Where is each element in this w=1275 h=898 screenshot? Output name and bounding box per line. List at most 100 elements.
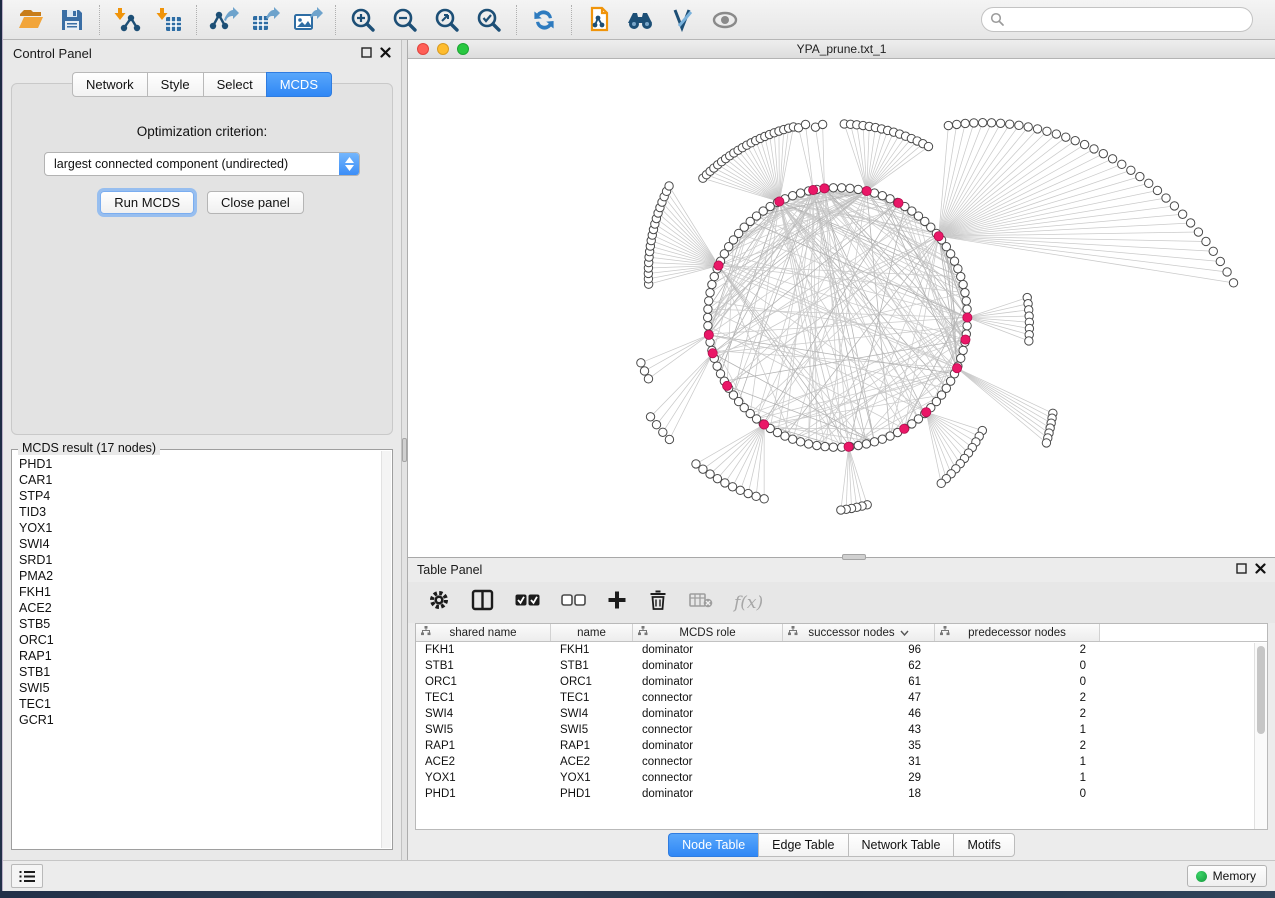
table-cell[interactable]: 18 bbox=[783, 788, 935, 800]
horizontal-divider-handle[interactable] bbox=[842, 554, 866, 560]
table-cell[interactable]: TEC1 bbox=[416, 692, 551, 704]
table-cell[interactable]: connector bbox=[633, 756, 783, 768]
table-row[interactable]: PHD1PHD1dominator180 bbox=[416, 786, 1267, 802]
table-row[interactable]: ORC1ORC1dominator610 bbox=[416, 674, 1267, 690]
table-cell[interactable]: 1 bbox=[935, 724, 1100, 736]
table-cell[interactable]: FKH1 bbox=[416, 644, 551, 656]
table-cell[interactable]: RAP1 bbox=[551, 740, 633, 752]
table-cell[interactable]: SWI5 bbox=[416, 724, 551, 736]
table-cell[interactable]: 62 bbox=[783, 660, 935, 672]
search-network-icon[interactable] bbox=[620, 3, 662, 37]
table-row[interactable]: FKH1FKH1dominator962 bbox=[416, 642, 1267, 658]
table-cell[interactable]: dominator bbox=[633, 676, 783, 688]
export-network-icon[interactable] bbox=[203, 3, 245, 37]
column-header-predecessor-nodes[interactable]: predecessor nodes bbox=[935, 624, 1100, 641]
table-row[interactable]: ACE2ACE2connector311 bbox=[416, 754, 1267, 770]
tab-select[interactable]: Select bbox=[203, 72, 266, 97]
export-image-icon[interactable] bbox=[287, 3, 329, 37]
mcds-result-item[interactable]: TID3 bbox=[19, 504, 380, 520]
close-table-panel-icon[interactable] bbox=[1255, 563, 1266, 577]
column-header-shared-name[interactable]: shared name bbox=[416, 624, 551, 641]
run-mcds-button[interactable]: Run MCDS bbox=[100, 191, 194, 214]
table-cell[interactable]: ORC1 bbox=[416, 676, 551, 688]
mcds-result-item[interactable]: ACE2 bbox=[19, 600, 380, 616]
table-cell[interactable]: 1 bbox=[935, 756, 1100, 768]
table-cell[interactable]: STB1 bbox=[551, 660, 633, 672]
table-cell[interactable]: dominator bbox=[633, 660, 783, 672]
refresh-icon[interactable] bbox=[523, 3, 565, 37]
column-header-name[interactable]: name bbox=[551, 624, 633, 641]
mcds-result-item[interactable]: SRD1 bbox=[19, 552, 380, 568]
network-canvas[interactable] bbox=[408, 59, 1275, 557]
table-cell[interactable]: 0 bbox=[935, 660, 1100, 672]
table-cell[interactable]: connector bbox=[633, 692, 783, 704]
network-from-file-icon[interactable] bbox=[578, 3, 620, 37]
table-cell[interactable]: connector bbox=[633, 772, 783, 784]
table-cell[interactable]: 2 bbox=[935, 644, 1100, 656]
table-cell[interactable]: 2 bbox=[935, 740, 1100, 752]
node-table[interactable]: shared name name MCDS role successor nod… bbox=[415, 623, 1268, 830]
tab-edge-table[interactable]: Edge Table bbox=[758, 833, 847, 857]
table-cell[interactable]: 31 bbox=[783, 756, 935, 768]
table-cell[interactable]: 46 bbox=[783, 708, 935, 720]
table-cell[interactable]: RAP1 bbox=[416, 740, 551, 752]
table-cell[interactable]: ORC1 bbox=[551, 676, 633, 688]
mcds-result-item[interactable]: PMA2 bbox=[19, 568, 380, 584]
table-cell[interactable]: 1 bbox=[935, 772, 1100, 784]
table-cell[interactable]: ACE2 bbox=[416, 756, 551, 768]
table-cell[interactable]: ACE2 bbox=[551, 756, 633, 768]
table-cell[interactable]: PHD1 bbox=[416, 788, 551, 800]
table-cell[interactable]: STB1 bbox=[416, 660, 551, 672]
show-columns-icon[interactable] bbox=[471, 589, 494, 616]
tab-motifs[interactable]: Motifs bbox=[953, 833, 1014, 857]
table-cell[interactable]: YOX1 bbox=[416, 772, 551, 784]
float-table-panel-icon[interactable] bbox=[1236, 563, 1247, 577]
style-preview-icon[interactable] bbox=[662, 3, 704, 37]
memory-button[interactable]: Memory bbox=[1187, 865, 1267, 887]
add-column-icon[interactable] bbox=[607, 590, 627, 615]
mcds-list-scrollbar[interactable] bbox=[381, 451, 391, 848]
mcds-result-item[interactable]: SWI5 bbox=[19, 680, 380, 696]
table-cell[interactable]: 0 bbox=[935, 788, 1100, 800]
scrollbar-thumb[interactable] bbox=[1257, 646, 1265, 734]
table-cell[interactable]: 35 bbox=[783, 740, 935, 752]
mcds-result-item[interactable]: CAR1 bbox=[19, 472, 380, 488]
minimize-window-icon[interactable] bbox=[437, 43, 449, 55]
table-row[interactable]: SWI5SWI5connector431 bbox=[416, 722, 1267, 738]
mcds-result-item[interactable]: RAP1 bbox=[19, 648, 380, 664]
table-cell[interactable]: TEC1 bbox=[551, 692, 633, 704]
table-cell[interactable]: 96 bbox=[783, 644, 935, 656]
table-vertical-scrollbar[interactable] bbox=[1254, 643, 1267, 829]
mcds-result-item[interactable]: SWI4 bbox=[19, 536, 380, 552]
column-header-mcds-role[interactable]: MCDS role bbox=[633, 624, 783, 641]
table-row[interactable]: STB1STB1dominator620 bbox=[416, 658, 1267, 674]
table-row[interactable]: YOX1YOX1connector291 bbox=[416, 770, 1267, 786]
table-cell[interactable]: 43 bbox=[783, 724, 935, 736]
table-cell[interactable]: dominator bbox=[633, 740, 783, 752]
table-cell[interactable]: 0 bbox=[935, 676, 1100, 688]
close-panel-button[interactable]: Close panel bbox=[207, 191, 304, 214]
table-row[interactable]: RAP1RAP1dominator352 bbox=[416, 738, 1267, 754]
close-panel-icon[interactable] bbox=[380, 46, 391, 61]
table-cell[interactable]: SWI4 bbox=[551, 708, 633, 720]
zoom-in-icon[interactable] bbox=[342, 3, 384, 37]
table-cell[interactable]: 47 bbox=[783, 692, 935, 704]
float-panel-icon[interactable] bbox=[361, 46, 372, 61]
mcds-result-list[interactable]: PHD1CAR1STP4TID3YOX1SWI4SRD1PMA2FKH1ACE2… bbox=[12, 450, 380, 849]
import-network-icon[interactable] bbox=[106, 3, 148, 37]
tab-network[interactable]: Network bbox=[72, 72, 147, 97]
zoom-selected-icon[interactable] bbox=[468, 3, 510, 37]
show-hide-icon[interactable] bbox=[704, 3, 746, 37]
zoom-out-icon[interactable] bbox=[384, 3, 426, 37]
search-input[interactable] bbox=[981, 7, 1253, 32]
mcds-result-item[interactable]: STP4 bbox=[19, 488, 380, 504]
mcds-result-item[interactable]: TEC1 bbox=[19, 696, 380, 712]
table-cell[interactable]: dominator bbox=[633, 708, 783, 720]
zoom-fit-icon[interactable] bbox=[426, 3, 468, 37]
table-cell[interactable]: 61 bbox=[783, 676, 935, 688]
table-cell[interactable]: SWI4 bbox=[416, 708, 551, 720]
close-window-icon[interactable] bbox=[417, 43, 429, 55]
table-cell[interactable]: YOX1 bbox=[551, 772, 633, 784]
mcds-result-item[interactable]: STB5 bbox=[19, 616, 380, 632]
delete-column-icon[interactable] bbox=[648, 589, 668, 616]
